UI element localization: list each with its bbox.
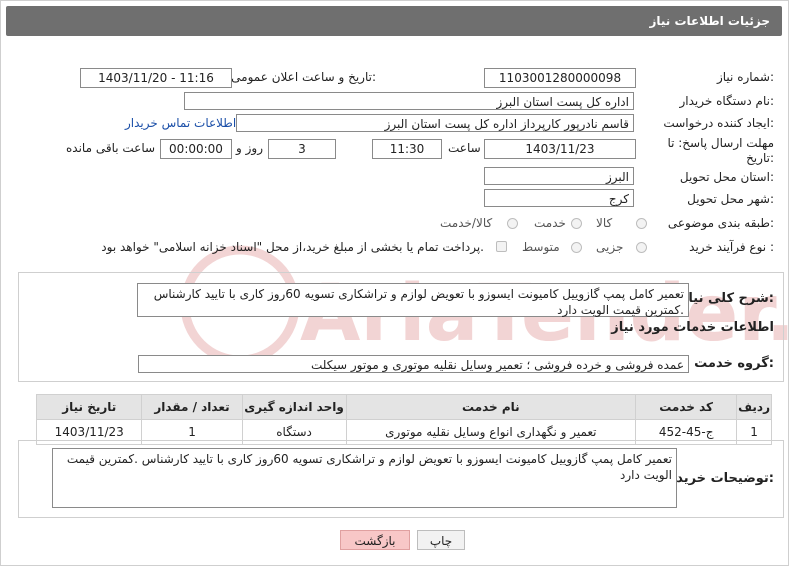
services-heading: اطلاعات خدمات مورد نیاز bbox=[611, 320, 774, 335]
col-service-name: نام خدمت bbox=[345, 394, 637, 420]
deadline-label-date: تاریخ: bbox=[746, 151, 774, 165]
process-option-medium: متوسط bbox=[522, 240, 560, 254]
remaining-label: ساعت باقی مانده bbox=[66, 141, 156, 155]
process-type-label: نوع فرآیند خرید : bbox=[689, 240, 774, 254]
province-label: استان محل تحویل: bbox=[679, 170, 774, 184]
services-table: ردیف کد خدمت نام خدمت واحد اندازه گیری ت… bbox=[35, 394, 772, 445]
treasury-payment-note: پرداخت تمام یا بخشی از مبلغ خرید،از محل … bbox=[101, 240, 484, 254]
category-radio-goods-service[interactable] bbox=[507, 218, 518, 229]
need-number-field: 1103001280000098 bbox=[484, 68, 636, 88]
buyer-contact-link[interactable]: اطلاعات تماس خریدار bbox=[125, 116, 236, 130]
buyer-notes-label: توضیحات خریدار: bbox=[664, 471, 774, 486]
deadline-time-label: ساعت bbox=[448, 141, 481, 155]
page-title: جزئیات اطلاعات نیاز bbox=[649, 14, 770, 28]
process-radio-minor[interactable] bbox=[636, 242, 647, 253]
col-quantity: تعداد / مقدار bbox=[141, 394, 243, 420]
col-need-date: تاریخ نیاز bbox=[35, 394, 143, 420]
days-label: روز و bbox=[236, 141, 263, 155]
category-option-goods: کالا bbox=[596, 216, 613, 230]
services-table-header: ردیف کد خدمت نام خدمت واحد اندازه گیری ت… bbox=[35, 394, 772, 420]
province-field: البرز bbox=[484, 167, 634, 185]
deadline-date-field: 1403/11/23 bbox=[484, 139, 636, 159]
need-summary-label: شرح کلی نیاز: bbox=[680, 291, 774, 306]
buyer-org-field: اداره کل پست استان البرز bbox=[184, 92, 634, 110]
back-button[interactable]: بازگشت bbox=[340, 530, 410, 550]
city-field: کرج bbox=[484, 189, 634, 207]
category-radio-goods[interactable] bbox=[636, 218, 647, 229]
service-group-label: گروه خدمت: bbox=[694, 356, 774, 371]
category-option-service: خدمت bbox=[534, 216, 566, 230]
category-label: طبقه بندی موضوعی: bbox=[667, 216, 774, 230]
treasury-payment-checkbox[interactable] bbox=[496, 241, 507, 252]
deadline-time-field: 11:30 bbox=[372, 139, 442, 159]
buyer-notes-text: تعمیر کامل پمپ گازوییل کامیونت ایسوزو با… bbox=[52, 448, 677, 508]
creator-label: ایجاد کننده درخواست: bbox=[663, 116, 774, 130]
service-group-field: عمده فروشی و خرده فروشی ؛ تعمیر وسایل نق… bbox=[138, 355, 689, 373]
remaining-time-field: 00:00:00 bbox=[160, 139, 232, 159]
process-option-minor: جزیی bbox=[596, 240, 624, 254]
title-bar: جزئیات اطلاعات نیاز bbox=[6, 6, 782, 36]
deadline-label: مهلت ارسال پاسخ: تا bbox=[667, 136, 774, 150]
need-number-label: شماره نیاز: bbox=[716, 70, 774, 84]
col-unit: واحد اندازه گیری bbox=[241, 394, 347, 420]
process-radio-medium[interactable] bbox=[571, 242, 582, 253]
announce-field: 1403/11/20 - 11:16 bbox=[80, 68, 232, 88]
days-field: 3 bbox=[268, 139, 336, 159]
creator-field: قاسم نادرپور کارپرداز اداره کل پست استان… bbox=[236, 114, 634, 132]
buyer-org-label: نام دستگاه خریدار: bbox=[679, 94, 775, 108]
need-summary-text: تعمیر کامل پمپ گازوییل کامیونت ایسوزو با… bbox=[137, 283, 689, 317]
announce-label: تاریخ و ساعت اعلان عمومی: bbox=[231, 70, 376, 84]
print-button[interactable]: چاپ bbox=[417, 530, 465, 550]
city-label: شهر محل تحویل: bbox=[687, 192, 774, 206]
category-option-goods-service: کالا/خدمت bbox=[440, 216, 493, 230]
col-row-number: ردیف bbox=[736, 394, 772, 420]
category-radio-service[interactable] bbox=[571, 218, 582, 229]
col-service-code: کد خدمت bbox=[635, 394, 738, 420]
